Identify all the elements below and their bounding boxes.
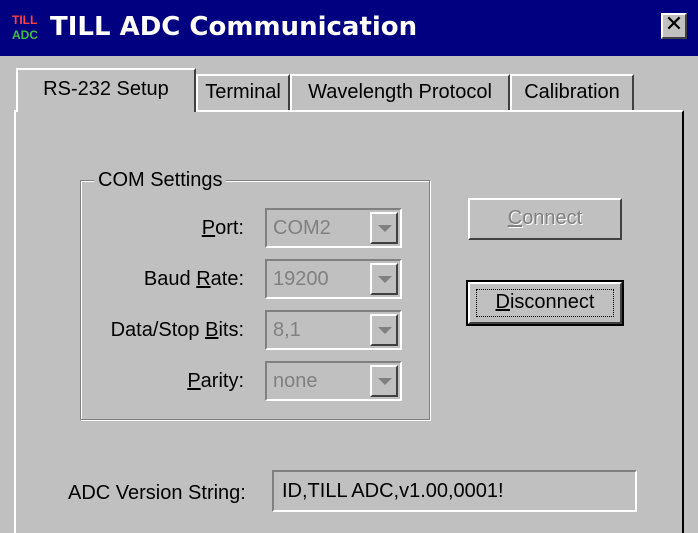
tab-calibration[interactable]: Calibration <box>510 74 634 110</box>
adc-version-value: ID,TILL ADC,v1.00,0001! <box>282 480 504 502</box>
till-adc-app-icon: TILL ADC <box>10 10 42 42</box>
title-bar[interactable]: TILL ADC TILL ADC Communication ✕ <box>0 0 698 56</box>
baud-rate-select[interactable]: 19200 <box>265 259 402 299</box>
port-select[interactable]: COM2 <box>265 208 402 248</box>
connect-button[interactable]: Connect <box>468 198 622 240</box>
baud-rate-value: 19200 <box>273 268 329 290</box>
tab-label: Terminal <box>205 81 281 103</box>
chevron-down-icon[interactable] <box>370 365 398 397</box>
tab-rs232-setup[interactable]: RS-232 Setup <box>16 68 196 112</box>
till-adc-dialog: TILL ADC TILL ADC Communication ✕ Termin… <box>0 0 698 533</box>
parity-value: none <box>273 370 318 392</box>
data-stop-bits-label: Data/Stop Bits: <box>110 319 244 341</box>
port-label: Port: <box>201 217 244 239</box>
focus-rectangle <box>476 289 614 317</box>
chevron-down-icon[interactable] <box>370 212 398 244</box>
chevron-down-icon[interactable] <box>370 314 398 346</box>
disconnect-button[interactable]: Disconnect <box>466 280 624 326</box>
chevron-down-icon[interactable] <box>370 263 398 295</box>
tab-wavelength-protocol[interactable]: Wavelength Protocol <box>290 74 510 110</box>
window-title: TILL ADC Communication <box>50 12 418 42</box>
adc-version-label: ADC Version String: <box>68 482 246 504</box>
port-value: COM2 <box>273 217 331 239</box>
svg-text:TILL: TILL <box>12 13 37 27</box>
svg-text:ADC: ADC <box>12 28 38 42</box>
tab-label: Calibration <box>524 81 620 103</box>
data-stop-bits-select[interactable]: 8,1 <box>265 310 402 350</box>
tab-terminal[interactable]: Terminal <box>196 74 290 110</box>
data-stop-bits-value: 8,1 <box>273 319 301 341</box>
parity-label: Parity: <box>187 370 244 392</box>
tab-label: RS-232 Setup <box>43 78 169 100</box>
parity-select[interactable]: none <box>265 361 402 401</box>
com-settings-title: COM Settings <box>94 168 227 192</box>
adc-version-field: ID,TILL ADC,v1.00,0001! <box>272 470 637 512</box>
tab-label: Wavelength Protocol <box>308 81 492 103</box>
baud-rate-label: Baud Rate: <box>143 268 244 290</box>
close-icon[interactable]: ✕ <box>661 13 687 39</box>
